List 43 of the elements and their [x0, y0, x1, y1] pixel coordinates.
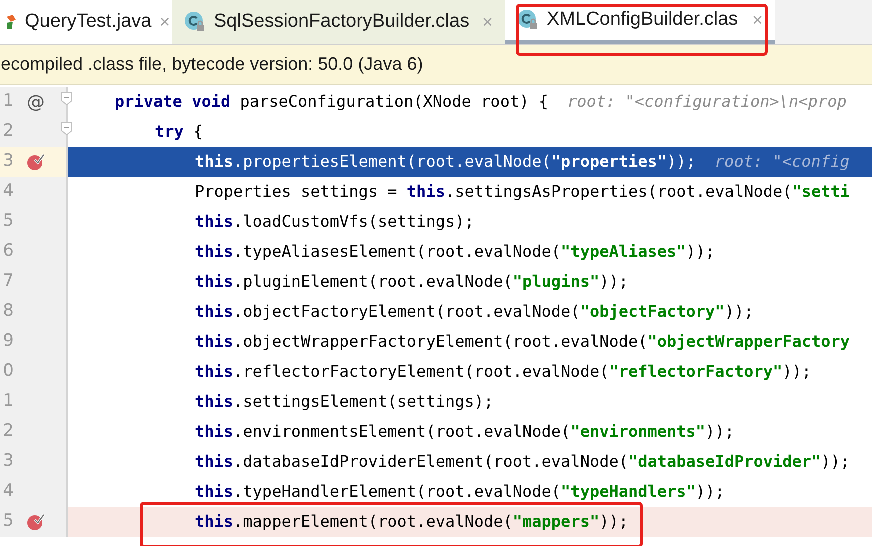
code-line: this.loadCustomVfs(settings); — [194, 211, 476, 233]
java-file-icon — [7, 13, 17, 31]
line-number: 5 — [2, 210, 14, 234]
code-line: this.databaseIdProviderElement(root.evalNode("databaseIdProvider")); — [194, 451, 852, 473]
breakpoint-icon[interactable] — [27, 513, 45, 531]
code-line: this.typeAliasesElement(root.evalNode("typeAliases")); — [194, 241, 716, 263]
line-number: 2 — [2, 420, 14, 444]
line-number: 2 — [2, 120, 14, 144]
line-number: 3 — [2, 150, 14, 174]
code-line: this.objectFactoryElement(root.evalNode("objectFactory")); — [194, 301, 755, 323]
line-number: 6 — [2, 240, 14, 264]
tab-label: QueryTest.java — [25, 10, 152, 34]
code-line: this.environmentsElement(root.evalNode("environments")); — [194, 421, 736, 443]
code-line: try { — [154, 121, 204, 143]
line-number: 4 — [2, 180, 14, 204]
decompiled-notice: ecompiled .class file, bytecode version: 50.0 (Java 6) — [0, 53, 424, 76]
code-line: this.pluginElement(root.evalNode("plugins")); — [194, 271, 630, 293]
code-line: this.settingsElement(settings); — [194, 391, 495, 413]
code-line: this.reflectorFactoryElement(root.evalNode("reflectorFactory")); — [194, 361, 813, 383]
line-number: 7 — [2, 270, 14, 294]
override-mark: @ — [27, 90, 45, 114]
editor-tab[interactable]: XMLConfigBuilder.clas × — [505, 0, 775, 44]
fold-icon[interactable] — [61, 122, 73, 136]
line-number: 0 — [2, 360, 14, 384]
class-lock-icon — [184, 11, 206, 33]
line-number: 5 — [2, 510, 14, 534]
line-number: 3 — [2, 450, 14, 474]
line-number: 4 — [2, 480, 14, 504]
code-line: private void parseConfiguration(XNode root) { root: "<configuration>\n<prop — [114, 91, 848, 113]
editor-tab[interactable]: QueryTest.java × — [0, 0, 172, 44]
line-number: 8 — [2, 300, 14, 324]
class-lock-icon — [517, 9, 539, 31]
code-line: this.typeHandlerElement(root.evalNode("typeHandlers")); — [194, 481, 726, 503]
line-number: 9 — [2, 330, 14, 354]
tab-label: SqlSessionFactoryBuilder.clas — [214, 10, 470, 34]
code-line: this.objectWrapperFactoryElement(root.evalNode("objectWrapperFactory — [194, 331, 852, 353]
breakpoint-icon[interactable] — [27, 153, 45, 171]
editor-tab[interactable]: SqlSessionFactoryBuilder.clas × — [172, 0, 505, 44]
tab-label: XMLConfigBuilder.clas — [547, 8, 738, 32]
line-number: 1 — [2, 390, 14, 414]
line-number: 1 — [2, 90, 14, 114]
code-line: Properties settings = this.settingsAsProperties(root.evalNode("setti — [194, 181, 852, 203]
fold-icon[interactable] — [61, 92, 73, 106]
